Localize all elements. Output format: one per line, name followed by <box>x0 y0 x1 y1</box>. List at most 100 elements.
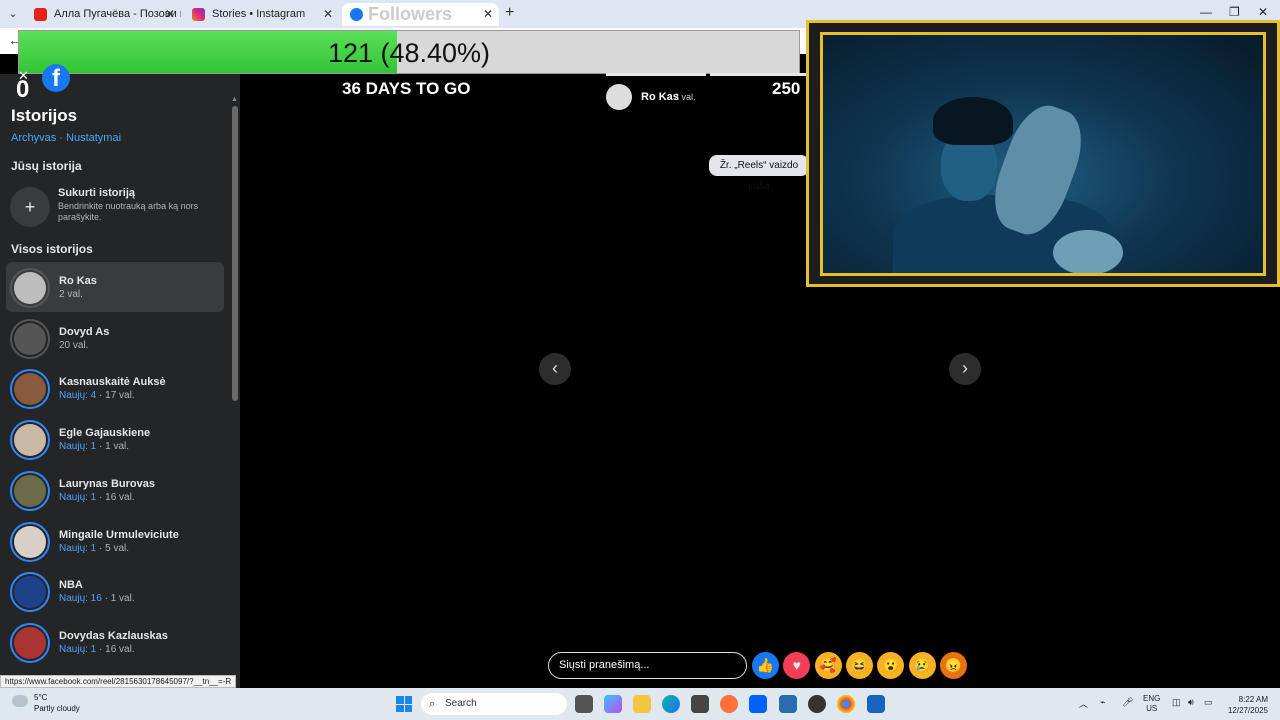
story-time: 5 val. <box>105 542 130 554</box>
wifi-icon[interactable]: ◫ <box>1172 697 1181 708</box>
tab-search-button[interactable]: ⌄ <box>4 5 22 23</box>
story-new-count: Naujų: 1 <box>59 542 97 554</box>
story-new-count: Naujų: 1 <box>59 643 97 655</box>
story-meta: Naujų: 4 · 17 val. <box>59 390 135 402</box>
windows-start-icon[interactable] <box>396 696 412 712</box>
story-item[interactable]: NBA Naujų: 16 · 1 val. <box>6 566 224 616</box>
story-item[interactable]: Egle Gajauskiene Naujų: 1 · 1 val. <box>6 414 224 464</box>
page-title: Istorijos <box>11 106 78 125</box>
create-story-button[interactable]: + Sukurti istoriją Bendrinkite nuotrauką… <box>10 184 230 228</box>
maximize-icon[interactable]: ❐ <box>1229 5 1240 19</box>
haha-icon[interactable]: 😆 <box>845 652 873 679</box>
close-icon[interactable]: ✕ <box>323 3 333 25</box>
firefox-icon[interactable] <box>720 695 738 713</box>
overlay-counter: 0 <box>16 76 30 103</box>
minimize-icon[interactable]: — <box>1200 5 1212 19</box>
close-icon[interactable]: ✕ <box>165 3 175 25</box>
tab-title: Алла Пугачёва - Позови меня <box>54 8 181 20</box>
next-story-button[interactable]: › <box>949 353 981 385</box>
clock-date: 12/27/2025 <box>1227 706 1268 715</box>
wow-icon[interactable]: 😮 <box>877 652 905 679</box>
care-icon[interactable]: 🥰 <box>814 652 842 679</box>
create-story-title: Sukurti istoriją <box>58 187 136 199</box>
sad-icon[interactable]: 😢 <box>908 652 936 679</box>
chevron-up-icon[interactable]: ︿ <box>1079 697 1088 710</box>
view-reel-button[interactable]: Žr. „Reels“ vaizdo įrašą <box>709 155 809 192</box>
volume-icon[interactable]: 🔊︎ <box>1188 697 1194 708</box>
previous-story-button[interactable]: ‹ <box>539 353 571 385</box>
task-view-icon[interactable] <box>575 695 593 713</box>
story-ring <box>10 420 50 461</box>
search-placeholder: Search <box>445 698 477 709</box>
close-window-icon[interactable]: ✕ <box>1258 5 1268 19</box>
scrollbar-thumb[interactable] <box>232 106 238 401</box>
copilot-icon[interactable] <box>604 695 622 713</box>
clock-time: 8:22 AM <box>1238 695 1268 704</box>
facebook-icon <box>350 8 363 21</box>
webcam-overlay <box>806 20 1280 287</box>
status-url: https://www.facebook.com/reel/2815630178… <box>0 675 237 688</box>
instagram-icon <box>192 8 205 21</box>
microphone-icon[interactable]: 🎤︎ <box>1122 697 1133 708</box>
lang-region: US <box>1146 704 1158 713</box>
app-icon[interactable] <box>779 695 797 713</box>
avatar[interactable] <box>606 84 632 110</box>
story-item[interactable]: Kasnauskaitė Auksė Naujų: 4 · 17 val. <box>6 363 224 413</box>
goal-count: 250 <box>772 79 801 98</box>
avatar <box>14 272 46 304</box>
story-progress-segment <box>710 73 810 76</box>
story-item[interactable]: Ro Kas 2 val. <box>6 262 224 312</box>
story-meta: Naujų: 1 · 1 val. <box>59 441 130 453</box>
story-ring <box>10 470 50 511</box>
like-icon[interactable]: 👍 <box>752 652 779 679</box>
story-item[interactable]: Mingaile Urmuleviciute Naujų: 1 · 5 val. <box>6 516 224 566</box>
story-name: Egle Gajauskiene <box>59 427 151 440</box>
taskbar-search[interactable]: ⌕ Search <box>421 693 567 715</box>
lang-code: ENG <box>1143 694 1161 703</box>
archive-settings-links[interactable]: Archyvas · Nustatymai <box>11 132 121 144</box>
story-name: Laurynas Burovas <box>59 477 155 490</box>
store-icon[interactable] <box>691 695 709 713</box>
facebook-logo-icon[interactable]: f <box>42 64 70 92</box>
app-icon[interactable] <box>867 695 885 713</box>
plus-icon: + <box>10 187 50 227</box>
progress-text: 121 (48.40%) <box>327 38 491 68</box>
story-new-count: Naujų: 1 <box>59 441 97 453</box>
story-new-count: Naujų: 4 <box>59 390 97 402</box>
angry-icon[interactable]: 😠 <box>939 652 967 679</box>
battery-icon[interactable]: ▭ <box>1204 697 1213 708</box>
story-item[interactable]: Dovyd As 20 val. <box>6 313 224 363</box>
story-ring <box>10 622 50 663</box>
story-item[interactable]: Laurynas Burovas Naujų: 1 · 16 val. <box>6 465 224 515</box>
weather-temp: 5°C <box>34 693 48 702</box>
tab-facebook[interactable]: Followers ✕ <box>342 3 499 26</box>
tab-youtube[interactable]: Алла Пугачёва - Позови меня ✕ <box>26 3 181 26</box>
story-time: 20 val. <box>59 339 89 351</box>
network-icon[interactable]: ⌁ <box>1100 697 1105 708</box>
new-tab-button[interactable]: + <box>505 4 514 22</box>
story-new-count: Naujų: 1 <box>59 491 97 503</box>
chrome-icon[interactable] <box>837 695 855 713</box>
tab-instagram[interactable]: Stories • Instagram ✕ <box>184 3 339 26</box>
avatar <box>14 322 46 355</box>
reply-input[interactable]: Siųsti pranešimą... <box>548 652 747 679</box>
story-name: Ro Kas <box>59 275 97 287</box>
dropbox-icon[interactable] <box>749 695 767 713</box>
story-item[interactable]: Dovydas Kazlauskas Naujų: 1 · 16 val. <box>6 617 224 667</box>
system-clock[interactable]: 8:22 AM 12/27/2025 <box>1218 694 1268 716</box>
cloud-icon <box>12 695 28 707</box>
avatar <box>14 525 46 558</box>
story-name: Dovydas Kazlauskas <box>59 629 168 642</box>
close-icon[interactable]: ✕ <box>483 3 493 25</box>
story-meta: Naujų: 1 · 16 val. <box>59 491 135 503</box>
file-explorer-icon[interactable] <box>633 695 651 713</box>
love-icon[interactable]: ♥ <box>783 652 811 679</box>
edge-icon[interactable] <box>662 695 680 713</box>
obs-icon[interactable] <box>808 695 826 713</box>
story-name: Dovyd As <box>59 325 110 338</box>
sidebar-scrollbar[interactable]: ▲ <box>231 96 239 686</box>
scroll-up-icon[interactable]: ▲ <box>231 96 238 103</box>
language-indicator[interactable]: ENG US <box>1143 694 1160 714</box>
story-progress-bars <box>606 73 810 76</box>
days-to-go-text: 36 DAYS TO GO <box>342 79 471 98</box>
